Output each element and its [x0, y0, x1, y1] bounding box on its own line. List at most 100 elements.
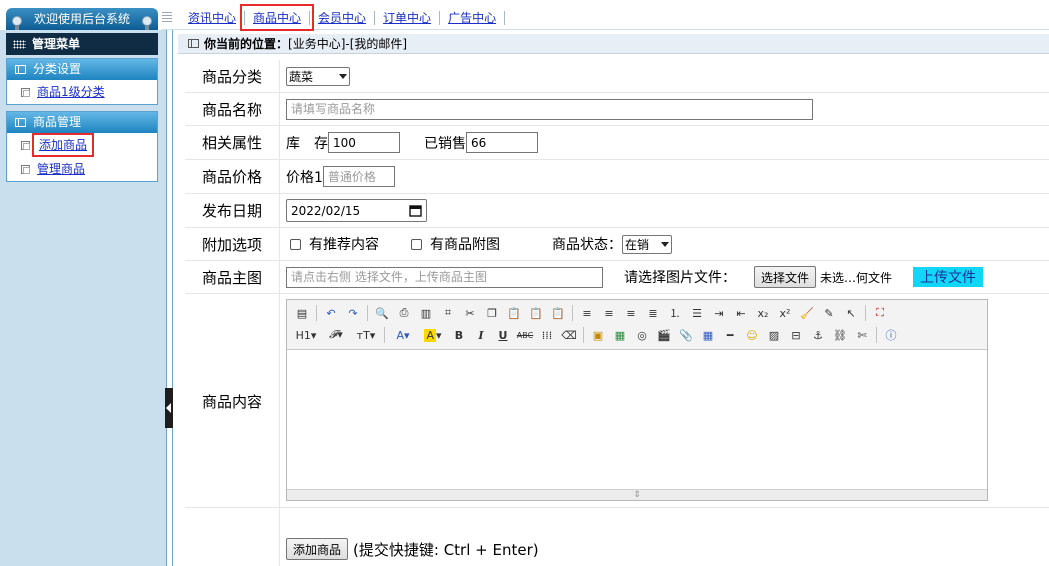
- rich-text-editor: ▤ ↶ ↷ 🔍 ⎙ ▥ ⌗ ✂ ❐ 📋 📋 📋 ≡ ≡ ≡ ≣ ⒈ ☰ ⇥ ⇤ …: [286, 299, 988, 501]
- anchor-icon[interactable]: ⚓: [807, 325, 829, 345]
- add-product-button[interactable]: 添加商品: [286, 538, 349, 560]
- eraser-icon[interactable]: ⌫: [558, 325, 580, 345]
- frame-divider: [166, 30, 173, 566]
- nav-divider: [504, 10, 506, 25]
- document-icon: [15, 65, 26, 74]
- panel-product-management: 商品管理 添加商品 管理商品: [6, 111, 158, 182]
- paste-word-icon[interactable]: 📋: [547, 303, 569, 323]
- underline-icon[interactable]: U: [492, 325, 514, 345]
- recommend-checkbox[interactable]: [290, 238, 301, 250]
- editor-content-area[interactable]: [287, 350, 987, 490]
- print-icon[interactable]: ⎙: [393, 303, 415, 323]
- pointer-icon[interactable]: ↖: [840, 303, 862, 323]
- link-icon[interactable]: ⛓: [829, 325, 851, 345]
- upload-file-button[interactable]: 上传文件: [913, 267, 984, 287]
- undo-icon[interactable]: ↶: [320, 303, 342, 323]
- align-center-icon[interactable]: ≡: [598, 303, 620, 323]
- outdent-icon[interactable]: ⇤: [730, 303, 752, 323]
- select-all-icon[interactable]: ✎: [818, 303, 840, 323]
- menu-header: 管理菜单: [6, 33, 158, 55]
- nav-ads[interactable]: 广告中心: [440, 9, 504, 26]
- indent-icon[interactable]: ⇥: [708, 303, 730, 323]
- attachment-icon[interactable]: 📎: [675, 325, 697, 345]
- sidebar-item-category-level1[interactable]: 商品1级分类: [7, 80, 157, 104]
- highlight-color-icon[interactable]: A ▾: [418, 325, 448, 345]
- product-name-input[interactable]: [286, 98, 813, 120]
- panel-title: 分类设置: [33, 62, 82, 76]
- bold-icon[interactable]: B: [448, 325, 470, 345]
- unlink-icon[interactable]: ✄: [851, 325, 873, 345]
- sidebar-link[interactable]: 管理商品: [37, 162, 85, 176]
- paste-text-icon[interactable]: 📋: [525, 303, 547, 323]
- fullscreen-icon[interactable]: ⛶: [869, 303, 891, 323]
- nav-news[interactable]: 资讯中心: [180, 9, 244, 26]
- row-price: 商品价格 价格1: [185, 160, 1049, 194]
- collapse-sidebar-handle[interactable]: [165, 388, 173, 428]
- nav-products[interactable]: 商品中心: [240, 4, 315, 31]
- sidebar-item-add-product[interactable]: 添加商品: [7, 133, 157, 157]
- editor-resize-handle[interactable]: ⇕: [287, 489, 987, 500]
- brand-banner: 欢迎使用后台系统: [6, 8, 158, 35]
- nav-orders[interactable]: 订单中心: [375, 9, 439, 26]
- ordered-list-icon[interactable]: ⒈: [664, 303, 686, 323]
- help-icon[interactable]: ⓘ: [880, 325, 902, 345]
- field-label: [185, 508, 280, 566]
- status-select[interactable]: 在销: [622, 234, 672, 254]
- row-category: 商品分类 蔬菜: [185, 60, 1049, 93]
- align-left-icon[interactable]: ≡: [576, 303, 598, 323]
- emoticon-icon[interactable]: ☺: [741, 325, 763, 345]
- field-label: 附加选项: [185, 228, 280, 260]
- italic-icon[interactable]: I: [470, 325, 492, 345]
- media-icon[interactable]: 🎬: [653, 325, 675, 345]
- font-color-icon[interactable]: A▾: [388, 325, 418, 345]
- category-select[interactable]: 蔬菜: [286, 66, 350, 86]
- code-icon[interactable]: ⌗: [437, 303, 459, 323]
- paste-icon[interactable]: 📋: [503, 303, 525, 323]
- map-icon[interactable]: ▨: [763, 325, 785, 345]
- pagebreak-icon[interactable]: ⊟: [785, 325, 807, 345]
- nav-members[interactable]: 会员中心: [310, 9, 374, 26]
- source-icon[interactable]: ▤: [291, 303, 313, 323]
- copy-icon[interactable]: ❐: [481, 303, 503, 323]
- unordered-list-icon[interactable]: ☰: [686, 303, 708, 323]
- calendar-icon[interactable]: [409, 204, 422, 217]
- template-icon[interactable]: ▥: [415, 303, 437, 323]
- superscript-icon[interactable]: x²: [774, 303, 796, 323]
- heading-icon[interactable]: H1▾: [291, 325, 321, 345]
- multi-image-icon[interactable]: ▦: [609, 325, 631, 345]
- sidebar-link[interactable]: 商品1级分类: [37, 85, 105, 99]
- subscript-icon[interactable]: x₂: [752, 303, 774, 323]
- flash-icon[interactable]: ◎: [631, 325, 653, 345]
- sidebar-link[interactable]: 添加商品: [31, 133, 95, 157]
- main-image-path-input[interactable]: [286, 266, 603, 288]
- hr-icon[interactable]: ━: [719, 325, 741, 345]
- redo-icon[interactable]: ↷: [342, 303, 364, 323]
- strikethrough-icon[interactable]: ABC: [514, 325, 536, 345]
- status-selected: 在销: [625, 237, 650, 252]
- gallery-label: 有商品附图: [430, 237, 500, 253]
- publish-date-input[interactable]: 2022/02/15: [286, 199, 427, 222]
- price-input[interactable]: [322, 166, 395, 187]
- publish-date-value: 2022/02/15: [291, 203, 361, 218]
- stock-input[interactable]: [328, 132, 400, 153]
- image-icon[interactable]: ▣: [587, 325, 609, 345]
- panel-header[interactable]: 商品管理: [7, 112, 157, 133]
- font-size-icon[interactable]: тT▾: [351, 325, 381, 345]
- menu-title: 管理菜单: [32, 37, 81, 51]
- sold-input[interactable]: [466, 132, 538, 153]
- clear-format-icon[interactable]: 🧹: [796, 303, 818, 323]
- document-icon: [188, 39, 199, 48]
- preview-icon[interactable]: 🔍: [371, 303, 393, 323]
- font-family-icon[interactable]: 𝓕▾: [321, 325, 351, 345]
- field-label: 商品分类: [185, 60, 280, 92]
- choose-file-button[interactable]: 选择文件: [754, 266, 817, 288]
- align-justify-icon[interactable]: ≣: [642, 303, 664, 323]
- gallery-checkbox[interactable]: [411, 238, 422, 250]
- table-icon[interactable]: ▦: [697, 325, 719, 345]
- cut-icon[interactable]: ✂: [459, 303, 481, 323]
- align-right-icon[interactable]: ≡: [620, 303, 642, 323]
- line-height-icon[interactable]: ⁞⁞⁞: [536, 325, 558, 345]
- panel-category-settings: 分类设置 商品1级分类: [6, 58, 158, 105]
- panel-header[interactable]: 分类设置: [7, 59, 157, 80]
- sidebar-item-manage-products[interactable]: 管理商品: [7, 157, 157, 181]
